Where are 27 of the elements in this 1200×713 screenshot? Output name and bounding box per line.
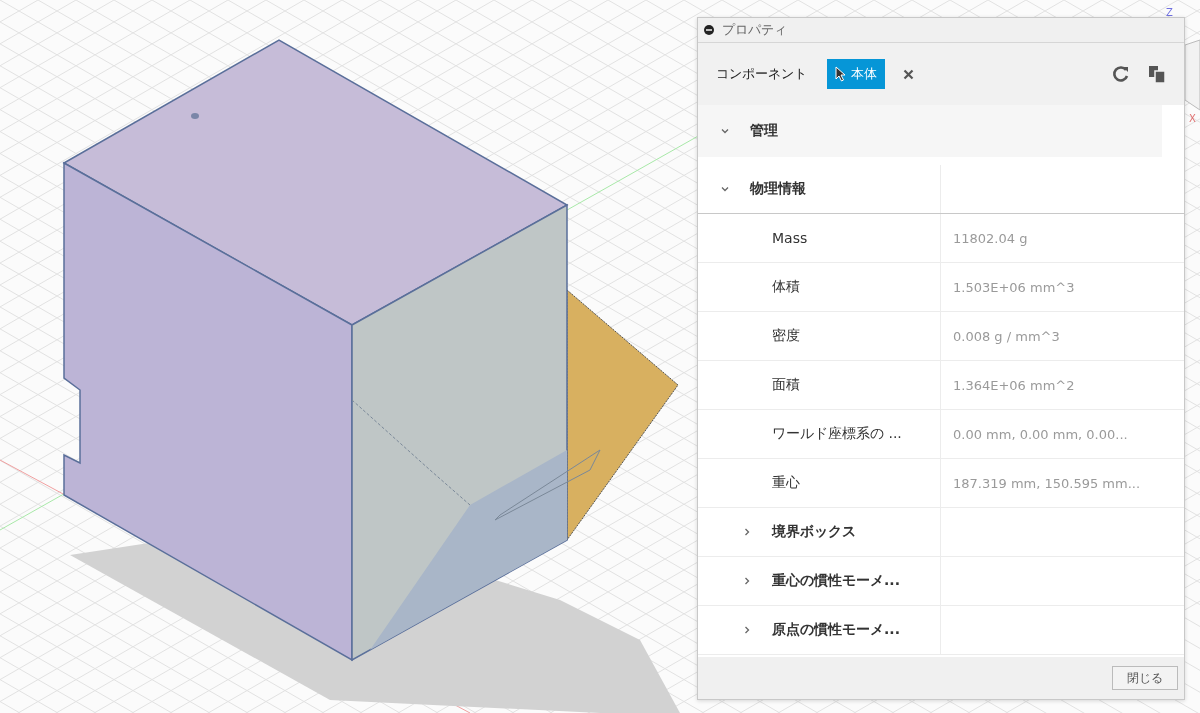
property-label: 体積 [772, 278, 800, 296]
panel-title: プロパティ [722, 21, 787, 39]
x-axis-label: X [1189, 113, 1196, 124]
property-label: 密度 [772, 327, 800, 345]
group-label: 重心の慣性モーメ... [772, 572, 900, 590]
property-label: ワールド座標系の ... [772, 425, 902, 443]
property-label: 面積 [772, 376, 800, 394]
toolbar-label: コンポーネント [716, 65, 807, 83]
group-label: 物理情報 [750, 180, 806, 198]
property-value: 1.364E+06 mm^2 [952, 376, 1076, 395]
close-icon[interactable] [903, 68, 914, 80]
group-label: 境界ボックス [772, 523, 856, 541]
refresh-icon[interactable] [1112, 65, 1130, 83]
property-value: 0.00 mm, 0.00 mm, 0.00... [952, 425, 1129, 444]
close-button[interactable]: 閉じる [1112, 666, 1178, 690]
property-label: Mass [772, 230, 808, 246]
collapse-icon[interactable] [704, 25, 714, 35]
copy-icon[interactable] [1148, 65, 1166, 83]
property-value: 0.008 g / mm^3 [952, 327, 1061, 346]
property-value: 1.503E+06 mm^3 [952, 278, 1076, 297]
property-value: 187.319 mm, 150.595 mm... [952, 474, 1142, 493]
group-label: 原点の慣性モーメ... [772, 621, 900, 639]
cursor-icon [835, 66, 847, 82]
property-value: 11802.04 g [952, 229, 1029, 248]
z-axis-label: Z [1166, 7, 1173, 18]
property-label: 重心 [772, 474, 800, 492]
section-label: 管理 [750, 122, 778, 140]
